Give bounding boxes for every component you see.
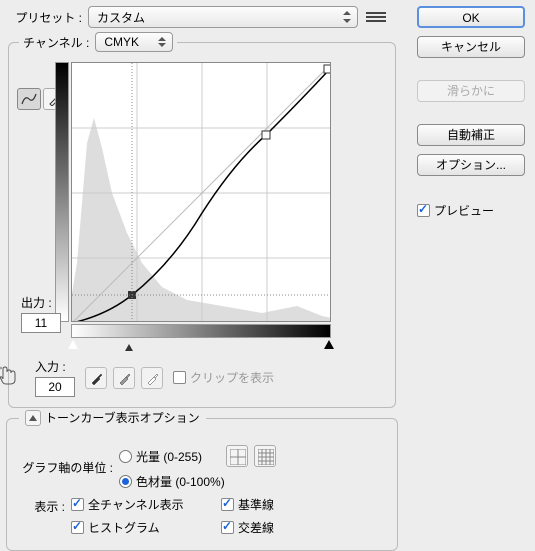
curve-tool-button[interactable] <box>17 88 41 110</box>
preset-value: カスタム <box>97 9 145 26</box>
curve-point-end[interactable] <box>324 65 331 73</box>
channel-fieldset: チャンネル : CMYK <box>8 32 396 408</box>
radio-light-label: 光量 (0-255) <box>136 448 202 465</box>
chk-intersection[interactable] <box>221 521 234 534</box>
curve-graph[interactable] <box>71 62 331 322</box>
radio-ink-label: 色材量 (0-100%) <box>136 473 225 490</box>
grid-fine-button[interactable] <box>254 445 276 467</box>
highlight-slider[interactable] <box>324 340 334 349</box>
input-gradient <box>71 324 331 338</box>
radio-ink[interactable] <box>119 475 132 488</box>
auto-button[interactable]: 自動補正 <box>417 124 525 146</box>
eyedropper-icon <box>89 371 103 385</box>
channel-select[interactable]: CMYK <box>95 32 173 52</box>
input-label: 入力 : <box>35 358 75 375</box>
target-adjust-icon[interactable] <box>0 362 21 388</box>
curve-tool-icon <box>21 92 37 106</box>
shadow-slider[interactable] <box>68 340 78 349</box>
ok-button[interactable]: OK <box>417 6 525 28</box>
eyedropper-icon <box>145 371 159 385</box>
gray-point-eyedropper[interactable] <box>113 367 135 389</box>
white-point-eyedropper[interactable] <box>141 367 163 389</box>
eyedropper-icon <box>117 371 131 385</box>
preset-label: プリセット : <box>6 9 82 26</box>
clip-checkbox[interactable] <box>173 371 186 384</box>
black-point-eyedropper[interactable] <box>85 367 107 389</box>
chk-histogram-label: ヒストグラム <box>88 519 160 536</box>
chk-all-channels-label: 全チャンネル表示 <box>88 496 184 513</box>
channel-value: CMYK <box>104 35 139 49</box>
preview-label: プレビュー <box>434 202 494 219</box>
channel-label: チャンネル : <box>23 34 89 51</box>
preview-checkbox[interactable] <box>417 204 430 217</box>
clip-label: クリップを表示 <box>190 369 274 386</box>
options-button[interactable]: オプション... <box>417 154 525 176</box>
input-input[interactable] <box>35 377 75 397</box>
curve-point-2[interactable] <box>262 131 270 139</box>
disclosure-triangle-icon <box>25 410 41 426</box>
output-input[interactable] <box>21 313 61 333</box>
axis-unit-label: グラフ軸の単位 : <box>17 459 113 476</box>
preset-menu-icon[interactable] <box>366 12 386 22</box>
preset-select[interactable]: カスタム <box>88 6 358 28</box>
output-label: 出力 : <box>21 294 61 311</box>
show-label: 表示 : <box>17 496 65 515</box>
radio-light[interactable] <box>119 450 132 463</box>
input-indicator-triangle <box>125 344 133 351</box>
chk-baseline-label: 基準線 <box>238 496 274 513</box>
display-options-fieldset: トーンカーブ表示オプション グラフ軸の単位 : 光量 (0-255) 色材量 (… <box>6 418 398 551</box>
grid-coarse-button[interactable] <box>226 445 248 467</box>
chk-histogram[interactable] <box>71 521 84 534</box>
smooth-button: 滑らかに <box>417 80 525 102</box>
cancel-button[interactable]: キャンセル <box>417 36 525 58</box>
chk-all-channels[interactable] <box>71 498 84 511</box>
chk-baseline[interactable] <box>221 498 234 511</box>
display-options-label: トーンカーブ表示オプション <box>45 409 200 426</box>
chk-intersection-label: 交差線 <box>238 519 274 536</box>
display-options-toggle[interactable]: トーンカーブ表示オプション <box>19 409 206 426</box>
output-gradient <box>55 62 69 322</box>
